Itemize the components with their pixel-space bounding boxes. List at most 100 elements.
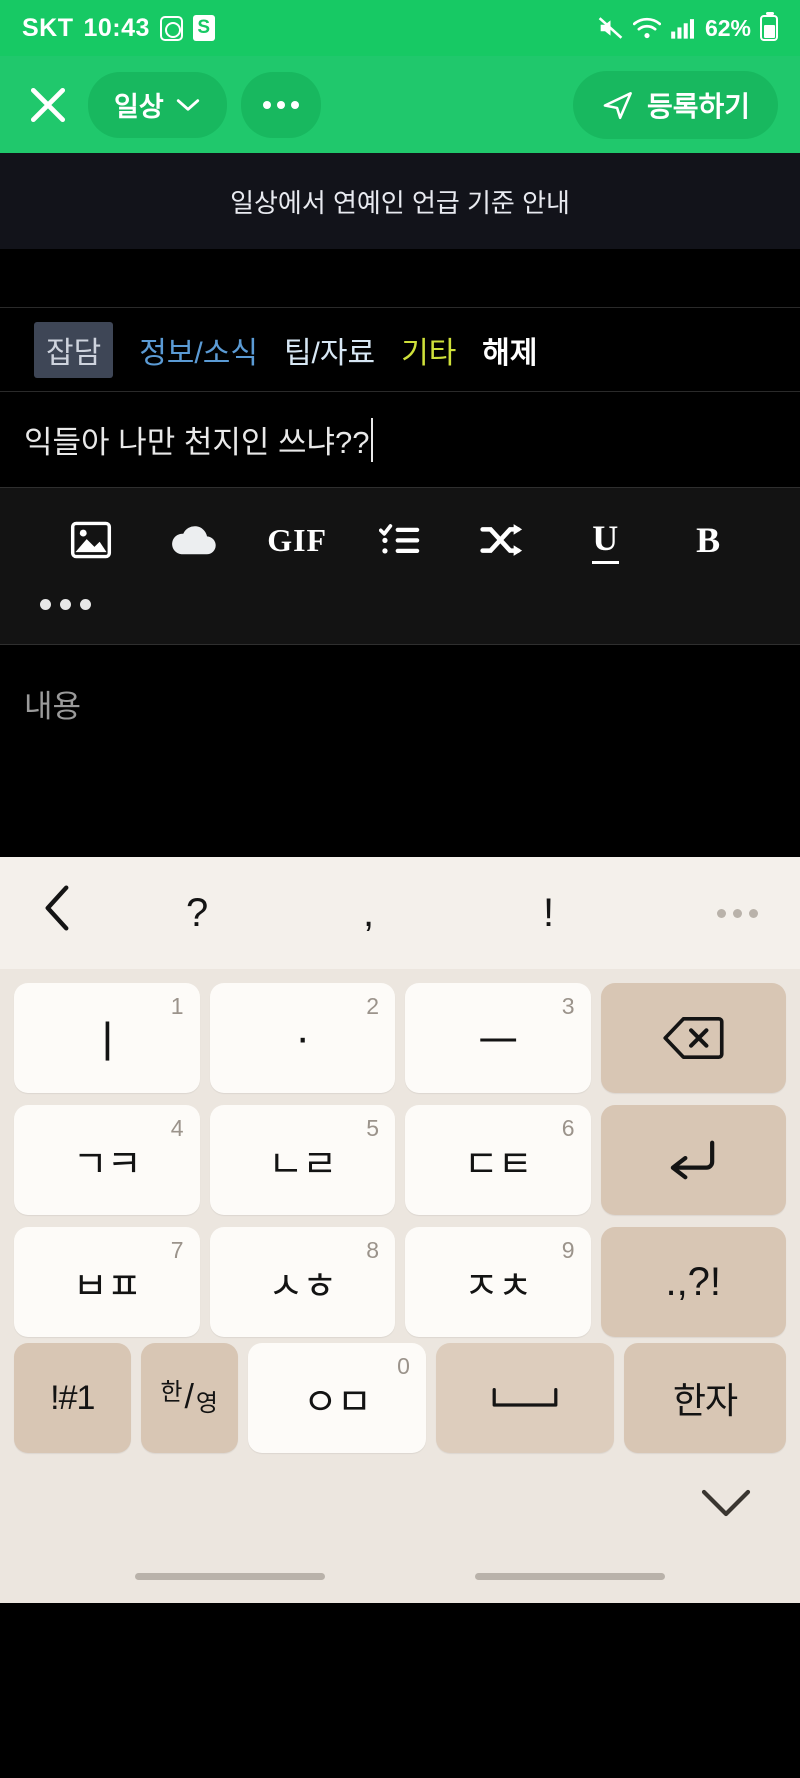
key-label: ㅇㅁ [302, 1381, 372, 1424]
space-icon [492, 1387, 558, 1407]
key-number: 9 [561, 1237, 575, 1263]
notice-text: 일상에서 연예인 언급 기준 안내 [230, 187, 570, 218]
insert-gif-button[interactable]: GIF [246, 522, 349, 559]
key-siot-hieut[interactable]: 8 ㅅㅎ [209, 1227, 395, 1337]
key-label: 한자 [672, 1380, 738, 1421]
key-jieut-chieut[interactable]: 9 ㅈㅊ [405, 1227, 591, 1337]
key-space[interactable] [435, 1343, 615, 1453]
text-cursor [370, 417, 373, 462]
format-toolbar-row-2 [0, 574, 800, 634]
key-digeut-tieut[interactable]: 6 ㄷㅌ [405, 1105, 591, 1215]
key-label: ㅂㅍ [72, 1265, 142, 1308]
more-options-icon [40, 598, 91, 610]
submit-post-button[interactable]: 등록하기 [572, 70, 778, 139]
tag-option-etc[interactable]: 기타 [401, 328, 456, 372]
tag-option-info[interactable]: 정보/소식 [139, 328, 258, 372]
format-toolbar-row-1: GIF U B [0, 506, 800, 574]
notice-banner[interactable]: 일상에서 연예인 언급 기준 안내 [0, 153, 800, 249]
underline-button[interactable]: U [554, 517, 657, 564]
tag-option-clear[interactable]: 해제 [482, 328, 537, 372]
keyboard-bottom-row: !#1 한 / 영 0 ㅇㅁ 한자 [0, 1343, 800, 1463]
bold-icon: B [696, 520, 722, 560]
key-giyeok-kieuk[interactable]: 4 ㄱㅋ [14, 1105, 200, 1215]
key-dot[interactable]: 2 · [209, 983, 395, 1093]
clock-label: 10:43 [83, 13, 150, 42]
slash-icon: / [184, 1378, 194, 1417]
insert-image-button[interactable] [40, 521, 143, 559]
board-selector-label: 일상 [114, 92, 164, 122]
backspace-icon [663, 1017, 724, 1059]
keyboard-grid: 1 ㅣ 2 · 3 ㅡ 4 ㄱㅋ 5 ㄴㄹ 6 ㄷㅌ 7 ㅂㅍ 8 ㅅㅎ 9 ㅈ… [0, 969, 800, 1343]
key-backspace[interactable] [600, 983, 786, 1093]
key-hanja[interactable]: 한자 [624, 1343, 786, 1453]
image-icon [71, 521, 112, 559]
spacer [0, 249, 800, 307]
hide-keyboard-button[interactable] [700, 1487, 752, 1526]
key-label: · [295, 1013, 310, 1062]
shuffle-icon [480, 524, 522, 556]
key-language-toggle[interactable]: 한 / 영 [140, 1343, 238, 1453]
key-symbols[interactable]: !#1 [14, 1343, 131, 1453]
insert-cloud-button[interactable] [143, 521, 246, 559]
key-number: 8 [366, 1237, 379, 1263]
key-label: ㅣ [87, 1018, 127, 1067]
key-ieung-mieum[interactable]: 0 ㅇㅁ [247, 1343, 426, 1453]
app-bar: 일상 등록하기 [0, 56, 800, 153]
suggestion-question-mark[interactable]: ? [186, 891, 208, 936]
suggestion-exclamation[interactable]: ! [543, 891, 554, 936]
format-more-button[interactable] [40, 598, 116, 610]
key-label-top: 한 [160, 1379, 183, 1407]
key-number: 4 [170, 1115, 184, 1141]
phone-screen: SKT 10:43 S 62% 일상 등록하기 일상에서 연예인 언급 기준 안… [0, 0, 800, 1778]
underline-icon: U [592, 517, 620, 564]
tag-selector-row: 잡담 정보/소식 팁/자료 기타 해제 [0, 307, 800, 391]
insert-shuffle-button[interactable] [451, 522, 554, 558]
tag-option-tips[interactable]: 팁/자료 [284, 328, 375, 372]
title-input-value: 익들아 나만 천지인 쓰냐?? [24, 425, 370, 460]
more-options-button[interactable] [240, 71, 321, 138]
signal-icon [670, 16, 696, 40]
key-label: ㅡ [478, 1018, 518, 1067]
body-input-placeholder: 내용 [24, 689, 82, 724]
status-bar-left: SKT 10:43 S [22, 14, 215, 43]
suggestion-more-icon[interactable] [717, 908, 758, 918]
system-navigation-bar [0, 1549, 800, 1603]
suggestion-comma[interactable]: , [363, 891, 374, 936]
title-input[interactable]: 익들아 나만 천지인 쓰냐?? [0, 391, 800, 487]
key-label: ㄱㅋ [72, 1143, 142, 1186]
s-app-icon: S [192, 15, 215, 41]
key-label: ㄷㅌ [463, 1143, 533, 1186]
key-label-stack: 한 / 영 [160, 1378, 218, 1417]
key-label: .,?! [665, 1259, 722, 1304]
nav-handle-left[interactable] [135, 1572, 325, 1580]
chevron-down-icon [701, 1489, 751, 1516]
cloud-icon [172, 526, 216, 555]
key-number: 6 [561, 1115, 575, 1141]
gif-icon: GIF [267, 521, 328, 558]
carrier-label: SKT [22, 13, 74, 42]
enter-icon [671, 1140, 715, 1180]
board-selector-chip[interactable]: 일상 [88, 71, 227, 138]
close-button[interactable] [22, 79, 74, 131]
chevron-down-icon [176, 98, 199, 111]
body-input[interactable]: 내용 [0, 644, 800, 857]
key-number: 2 [366, 993, 379, 1019]
key-punctuation[interactable]: .,?! [600, 1227, 786, 1337]
tag-option-chat[interactable]: 잡담 [34, 321, 114, 378]
bold-button[interactable]: B [657, 519, 760, 561]
insert-checklist-button[interactable] [349, 522, 452, 558]
suggestion-back-button[interactable] [40, 884, 74, 942]
key-enter[interactable] [600, 1105, 786, 1215]
nav-handle-right[interactable] [475, 1572, 665, 1580]
key-nieun-rieul[interactable]: 5 ㄴㄹ [209, 1105, 395, 1215]
battery-percent-label: 62% [704, 14, 751, 41]
keyboard: ? , ! 1 ㅣ 2 · 3 ㅡ 4 ㄱㅋ 5 ㄴㄹ 6 ㄷㅌ 7 ㅂㅍ 8 … [0, 857, 800, 1603]
submit-post-label: 등록하기 [646, 90, 750, 122]
keyboard-hide-row [0, 1463, 800, 1549]
key-i[interactable]: 1 ㅣ [14, 983, 200, 1093]
key-number: 0 [397, 1353, 410, 1379]
key-bieup-pieup[interactable]: 7 ㅂㅍ [14, 1227, 200, 1337]
wifi-icon [632, 16, 661, 40]
keyboard-suggestion-bar: ? , ! [0, 857, 800, 969]
key-eu[interactable]: 3 ㅡ [405, 983, 591, 1093]
